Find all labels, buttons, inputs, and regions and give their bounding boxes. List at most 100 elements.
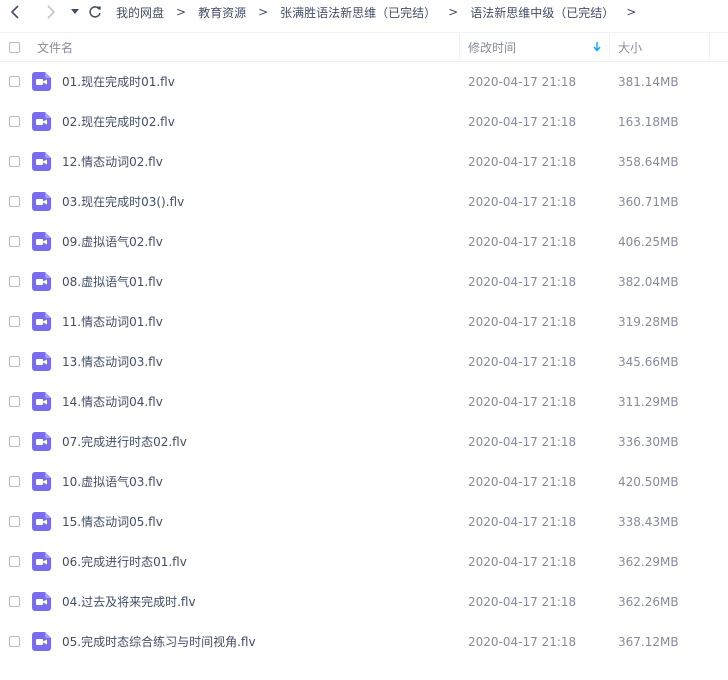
file-row[interactable]: 15.情态动词05.flv 2020-04-17 21:18 338.43MB: [0, 502, 728, 542]
file-name[interactable]: 13.情态动词03.flv: [62, 342, 163, 382]
video-file-icon: [32, 552, 51, 571]
file-row[interactable]: 10.虚拟语气03.flv 2020-04-17 21:18 420.50MB: [0, 462, 728, 502]
chevron-left-icon: [10, 5, 19, 19]
column-divider[interactable]: [459, 33, 460, 61]
file-row[interactable]: 06.完成进行时态01.flv 2020-04-17 21:18 362.29MB: [0, 542, 728, 582]
file-row[interactable]: 14.情态动词04.flv 2020-04-17 21:18 311.29MB: [0, 382, 728, 422]
row-checkbox[interactable]: [9, 236, 20, 247]
row-checkbox[interactable]: [9, 356, 20, 367]
file-name[interactable]: 09.虚拟语气02.flv: [62, 222, 163, 262]
row-checkbox[interactable]: [9, 76, 20, 87]
video-file-icon: [32, 592, 51, 611]
row-checkbox[interactable]: [9, 316, 20, 327]
breadcrumb-item-education[interactable]: 教育资源: [198, 4, 246, 21]
video-file-icon: [32, 352, 51, 371]
column-header-modified[interactable]: 修改时间: [468, 33, 516, 61]
video-file-icon: [32, 632, 51, 651]
file-row[interactable]: 08.虚拟语气01.flv 2020-04-17 21:18 382.04MB: [0, 262, 728, 302]
forward-button[interactable]: [42, 3, 60, 21]
file-row[interactable]: 01.现在完成时01.flv 2020-04-17 21:18 381.14MB: [0, 62, 728, 102]
file-size: 381.14MB: [618, 75, 679, 89]
file-modified-time: 2020-04-17 21:18: [468, 515, 577, 529]
file-name[interactable]: 12.情态动词02.flv: [62, 142, 163, 182]
select-all-checkbox[interactable]: [9, 33, 20, 61]
history-dropdown-button[interactable]: [66, 3, 84, 21]
column-header-size[interactable]: 大小: [618, 33, 642, 61]
refresh-button[interactable]: [86, 3, 104, 21]
row-checkbox[interactable]: [9, 396, 20, 407]
file-size: 360.71MB: [618, 195, 679, 209]
file-size: 336.30MB: [618, 435, 679, 449]
file-name[interactable]: 11.情态动词01.flv: [62, 302, 163, 342]
row-checkbox[interactable]: [9, 596, 20, 607]
breadcrumb-separator: >: [258, 5, 269, 19]
file-modified-time: 2020-04-17 21:18: [468, 635, 577, 649]
file-name[interactable]: 03.现在完成时03().flv: [62, 182, 184, 222]
file-name[interactable]: 04.过去及将来完成时.flv: [62, 582, 196, 622]
video-file-icon: [32, 232, 51, 251]
video-file-icon: [32, 192, 51, 211]
file-size: 420.50MB: [618, 475, 679, 489]
file-modified-time: 2020-04-17 21:18: [468, 195, 577, 209]
file-row[interactable]: 07.完成进行时态02.flv 2020-04-17 21:18 336.30MB: [0, 422, 728, 462]
file-size: 367.12MB: [618, 635, 679, 649]
file-name[interactable]: 14.情态动词04.flv: [62, 382, 163, 422]
file-row[interactable]: 12.情态动词02.flv 2020-04-17 21:18 358.64MB: [0, 142, 728, 182]
file-size: 311.29MB: [618, 395, 679, 409]
toolbar: 我的网盘 > 教育资源 > 张满胜语法新思维（已完结） > 语法新思维中级（已完…: [0, 0, 728, 24]
back-button[interactable]: [6, 3, 24, 21]
column-divider[interactable]: [609, 33, 610, 61]
file-size: 345.66MB: [618, 355, 679, 369]
file-name[interactable]: 07.完成进行时态02.flv: [62, 422, 187, 462]
file-row[interactable]: 05.完成时态综合练习与时间视角.flv 2020-04-17 21:18 367.…: [0, 622, 728, 662]
column-divider[interactable]: [709, 33, 710, 61]
file-row[interactable]: 09.虚拟语气02.flv 2020-04-17 21:18 406.25MB: [0, 222, 728, 262]
file-modified-time: 2020-04-17 21:18: [468, 475, 577, 489]
row-checkbox[interactable]: [9, 276, 20, 287]
video-file-icon: [32, 112, 51, 131]
file-row[interactable]: 04.过去及将来完成时.flv 2020-04-17 21:18 362.26MB: [0, 582, 728, 622]
file-name[interactable]: 01.现在完成时01.flv: [62, 62, 175, 102]
checkbox-box: [9, 41, 20, 53]
file-row[interactable]: 11.情态动词01.flv 2020-04-17 21:18 319.28MB: [0, 302, 728, 342]
file-name[interactable]: 15.情态动词05.flv: [62, 502, 163, 542]
file-name[interactable]: 10.虚拟语气03.flv: [62, 462, 163, 502]
video-file-icon: [32, 152, 51, 171]
file-row[interactable]: 13.情态动词03.flv 2020-04-17 21:18 345.66MB: [0, 342, 728, 382]
chevron-right-icon: [47, 5, 56, 19]
breadcrumb-item-course[interactable]: 张满胜语法新思维（已完结）: [280, 4, 436, 21]
file-modified-time: 2020-04-17 21:18: [468, 155, 577, 169]
file-name[interactable]: 05.完成时态综合练习与时间视角.flv: [62, 622, 256, 662]
row-checkbox[interactable]: [9, 636, 20, 647]
file-name[interactable]: 02.现在完成时02.flv: [62, 102, 175, 142]
video-file-icon: [32, 72, 51, 91]
column-header-name[interactable]: 文件名: [37, 33, 73, 61]
file-name[interactable]: 08.虚拟语气01.flv: [62, 262, 163, 302]
file-modified-time: 2020-04-17 21:18: [468, 275, 577, 289]
arrow-down-icon: [593, 42, 601, 52]
breadcrumb-item-current-folder[interactable]: 语法新思维中级（已完结）: [470, 4, 614, 21]
sort-descending-button[interactable]: [593, 33, 601, 61]
file-size: 338.43MB: [618, 515, 679, 529]
file-list: 01.现在完成时01.flv 2020-04-17 21:18 381.14MB 02…: [0, 62, 728, 662]
file-size: 358.64MB: [618, 155, 679, 169]
breadcrumb-item-my-drive[interactable]: 我的网盘: [116, 4, 164, 21]
row-checkbox[interactable]: [9, 436, 20, 447]
row-checkbox[interactable]: [9, 196, 20, 207]
file-size: 406.25MB: [618, 235, 679, 249]
row-checkbox[interactable]: [9, 516, 20, 527]
refresh-icon: [89, 6, 101, 18]
row-checkbox[interactable]: [9, 116, 20, 127]
row-checkbox[interactable]: [9, 156, 20, 167]
row-checkbox[interactable]: [9, 476, 20, 487]
file-name[interactable]: 06.完成进行时态01.flv: [62, 542, 187, 582]
row-checkbox[interactable]: [9, 556, 20, 567]
file-row[interactable]: 03.现在完成时03().flv 2020-04-17 21:18 360.71MB: [0, 182, 728, 222]
file-modified-time: 2020-04-17 21:18: [468, 75, 577, 89]
file-modified-time: 2020-04-17 21:18: [468, 235, 577, 249]
file-modified-time: 2020-04-17 21:18: [468, 595, 577, 609]
breadcrumb-separator: >: [176, 5, 187, 19]
file-list-header: 文件名 修改时间 大小: [0, 32, 728, 62]
file-modified-time: 2020-04-17 21:18: [468, 435, 577, 449]
file-row[interactable]: 02.现在完成时02.flv 2020-04-17 21:18 163.18MB: [0, 102, 728, 142]
